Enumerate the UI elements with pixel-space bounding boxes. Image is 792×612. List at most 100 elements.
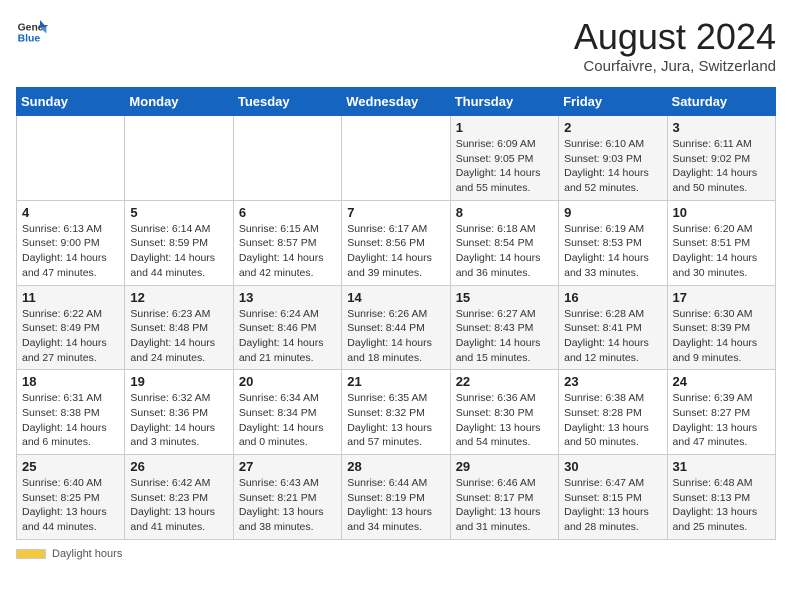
day-number: 20 bbox=[239, 374, 336, 389]
day-number: 14 bbox=[347, 290, 444, 305]
day-number: 30 bbox=[564, 459, 661, 474]
day-number: 3 bbox=[673, 120, 770, 135]
calendar-week-row: 11 Sunrise: 6:22 AMSunset: 8:49 PMDayligh… bbox=[17, 285, 776, 370]
calendar-cell: 9 Sunrise: 6:19 AMSunset: 8:53 PMDaylight… bbox=[559, 200, 667, 285]
title-block: August 2024 Courfaivre, Jura, Switzerlan… bbox=[574, 16, 776, 75]
svg-text:Blue: Blue bbox=[18, 34, 41, 45]
calendar-week-row: 1 Sunrise: 6:09 AMSunset: 9:05 PMDaylight… bbox=[17, 116, 776, 201]
calendar-cell: 27 Sunrise: 6:43 AMSunset: 8:21 PMDayligh… bbox=[233, 455, 341, 540]
day-info: Sunrise: 6:38 AMSunset: 8:28 PMDaylight:… bbox=[564, 391, 661, 450]
day-number: 12 bbox=[130, 290, 227, 305]
day-info: Sunrise: 6:40 AMSunset: 8:25 PMDaylight:… bbox=[22, 476, 119, 535]
day-number: 28 bbox=[347, 459, 444, 474]
day-number: 16 bbox=[564, 290, 661, 305]
calendar-cell: 17Sunrise: 6:30 AMSunset: 8:39 PMDayligh… bbox=[667, 285, 775, 370]
calendar-cell: 7 Sunrise: 6:17 AMSunset: 8:56 PMDaylight… bbox=[342, 200, 450, 285]
day-number: 13 bbox=[239, 290, 336, 305]
day-number: 27 bbox=[239, 459, 336, 474]
weekday-header: Tuesday bbox=[233, 88, 341, 116]
calendar-cell: 23 Sunrise: 6:38 AMSunset: 8:28 PMDayligh… bbox=[559, 370, 667, 455]
calendar-cell: 16 Sunrise: 6:28 AMSunset: 8:41 PMDayligh… bbox=[559, 285, 667, 370]
day-info: Sunrise: 6:43 AMSunset: 8:21 PMDaylight:… bbox=[239, 476, 336, 535]
day-info: Sunrise: 6:32 AMSunset: 8:36 PMDaylight:… bbox=[130, 391, 227, 450]
calendar-subtitle: Courfaivre, Jura, Switzerland bbox=[574, 58, 776, 75]
calendar-cell: 22Sunrise: 6:36 AMSunset: 8:30 PMDayligh… bbox=[450, 370, 558, 455]
day-info: Sunrise: 6:13 AMSunset: 9:00 PMDaylight:… bbox=[22, 222, 119, 281]
logo: General Blue bbox=[16, 16, 48, 48]
footer-note: Daylight hours bbox=[16, 548, 776, 560]
day-number: 17 bbox=[673, 290, 770, 305]
calendar-cell: 20 Sunrise: 6:34 AMSunset: 8:34 PMDayligh… bbox=[233, 370, 341, 455]
header: General Blue August 2024 Courfaivre, Jur… bbox=[16, 16, 776, 75]
calendar-cell: 31Sunrise: 6:48 AMSunset: 8:13 PMDayligh… bbox=[667, 455, 775, 540]
day-number: 22 bbox=[456, 374, 553, 389]
day-number: 2 bbox=[564, 120, 661, 135]
calendar-cell: 12 Sunrise: 6:23 AMSunset: 8:48 PMDayligh… bbox=[125, 285, 233, 370]
day-info: Sunrise: 6:15 AMSunset: 8:57 PMDaylight:… bbox=[239, 222, 336, 281]
day-info: Sunrise: 6:22 AMSunset: 8:49 PMDaylight:… bbox=[22, 307, 119, 366]
calendar-cell: 21Sunrise: 6:35 AMSunset: 8:32 PMDayligh… bbox=[342, 370, 450, 455]
day-number: 1 bbox=[456, 120, 553, 135]
calendar-cell: 15Sunrise: 6:27 AMSunset: 8:43 PMDayligh… bbox=[450, 285, 558, 370]
day-number: 26 bbox=[130, 459, 227, 474]
weekday-header: Friday bbox=[559, 88, 667, 116]
day-number: 11 bbox=[22, 290, 119, 305]
day-number: 19 bbox=[130, 374, 227, 389]
day-info: Sunrise: 6:28 AMSunset: 8:41 PMDaylight:… bbox=[564, 307, 661, 366]
day-info: Sunrise: 6:09 AMSunset: 9:05 PMDaylight:… bbox=[456, 137, 553, 196]
calendar-cell: 30 Sunrise: 6:47 AMSunset: 8:15 PMDayligh… bbox=[559, 455, 667, 540]
day-number: 5 bbox=[130, 205, 227, 220]
calendar-week-row: 4 Sunrise: 6:13 AMSunset: 9:00 PMDaylight… bbox=[17, 200, 776, 285]
day-info: Sunrise: 6:39 AMSunset: 8:27 PMDaylight:… bbox=[673, 391, 770, 450]
calendar-cell bbox=[125, 116, 233, 201]
calendar-cell: 24 Sunrise: 6:39 AMSunset: 8:27 PMDayligh… bbox=[667, 370, 775, 455]
calendar-cell: 8 Sunrise: 6:18 AMSunset: 8:54 PMDaylight… bbox=[450, 200, 558, 285]
day-info: Sunrise: 6:47 AMSunset: 8:15 PMDaylight:… bbox=[564, 476, 661, 535]
day-info: Sunrise: 6:11 AMSunset: 9:02 PMDaylight:… bbox=[673, 137, 770, 196]
calendar-cell: 6Sunrise: 6:15 AMSunset: 8:57 PMDaylight… bbox=[233, 200, 341, 285]
day-info: Sunrise: 6:46 AMSunset: 8:17 PMDaylight:… bbox=[456, 476, 553, 535]
day-number: 9 bbox=[564, 205, 661, 220]
day-number: 4 bbox=[22, 205, 119, 220]
day-info: Sunrise: 6:48 AMSunset: 8:13 PMDaylight:… bbox=[673, 476, 770, 535]
calendar-table: SundayMondayTuesdayWednesdayThursdayFrid… bbox=[16, 87, 776, 540]
day-info: Sunrise: 6:31 AMSunset: 8:38 PMDaylight:… bbox=[22, 391, 119, 450]
day-number: 24 bbox=[673, 374, 770, 389]
calendar-cell: 29 Sunrise: 6:46 AMSunset: 8:17 PMDayligh… bbox=[450, 455, 558, 540]
calendar-week-row: 25 Sunrise: 6:40 AMSunset: 8:25 PMDayligh… bbox=[17, 455, 776, 540]
day-number: 18 bbox=[22, 374, 119, 389]
calendar-cell: 28Sunrise: 6:44 AMSunset: 8:19 PMDayligh… bbox=[342, 455, 450, 540]
calendar-cell: 10Sunrise: 6:20 AMSunset: 8:51 PMDayligh… bbox=[667, 200, 775, 285]
day-number: 29 bbox=[456, 459, 553, 474]
day-info: Sunrise: 6:19 AMSunset: 8:53 PMDaylight:… bbox=[564, 222, 661, 281]
weekday-header: Saturday bbox=[667, 88, 775, 116]
calendar-cell: 4 Sunrise: 6:13 AMSunset: 9:00 PMDaylight… bbox=[17, 200, 125, 285]
calendar-title: August 2024 bbox=[574, 16, 776, 58]
weekday-header: Sunday bbox=[17, 88, 125, 116]
calendar-cell: 1 Sunrise: 6:09 AMSunset: 9:05 PMDaylight… bbox=[450, 116, 558, 201]
day-info: Sunrise: 6:42 AMSunset: 8:23 PMDaylight:… bbox=[130, 476, 227, 535]
day-info: Sunrise: 6:18 AMSunset: 8:54 PMDaylight:… bbox=[456, 222, 553, 281]
day-info: Sunrise: 6:10 AMSunset: 9:03 PMDaylight:… bbox=[564, 137, 661, 196]
day-info: Sunrise: 6:23 AMSunset: 8:48 PMDaylight:… bbox=[130, 307, 227, 366]
calendar-cell: 18 Sunrise: 6:31 AMSunset: 8:38 PMDayligh… bbox=[17, 370, 125, 455]
calendar-cell: 14Sunrise: 6:26 AMSunset: 8:44 PMDayligh… bbox=[342, 285, 450, 370]
day-number: 23 bbox=[564, 374, 661, 389]
day-info: Sunrise: 6:34 AMSunset: 8:34 PMDaylight:… bbox=[239, 391, 336, 450]
day-number: 10 bbox=[673, 205, 770, 220]
calendar-cell: 19 Sunrise: 6:32 AMSunset: 8:36 PMDayligh… bbox=[125, 370, 233, 455]
calendar-cell bbox=[342, 116, 450, 201]
day-number: 8 bbox=[456, 205, 553, 220]
calendar-cell: 11 Sunrise: 6:22 AMSunset: 8:49 PMDayligh… bbox=[17, 285, 125, 370]
day-number: 7 bbox=[347, 205, 444, 220]
day-number: 25 bbox=[22, 459, 119, 474]
day-info: Sunrise: 6:17 AMSunset: 8:56 PMDaylight:… bbox=[347, 222, 444, 281]
day-number: 21 bbox=[347, 374, 444, 389]
weekday-header: Thursday bbox=[450, 88, 558, 116]
daylight-bar-icon bbox=[16, 549, 46, 559]
calendar-cell: 5Sunrise: 6:14 AMSunset: 8:59 PMDaylight… bbox=[125, 200, 233, 285]
calendar-cell: 25 Sunrise: 6:40 AMSunset: 8:25 PMDayligh… bbox=[17, 455, 125, 540]
weekday-header: Wednesday bbox=[342, 88, 450, 116]
calendar-cell bbox=[17, 116, 125, 201]
calendar-week-row: 18 Sunrise: 6:31 AMSunset: 8:38 PMDayligh… bbox=[17, 370, 776, 455]
